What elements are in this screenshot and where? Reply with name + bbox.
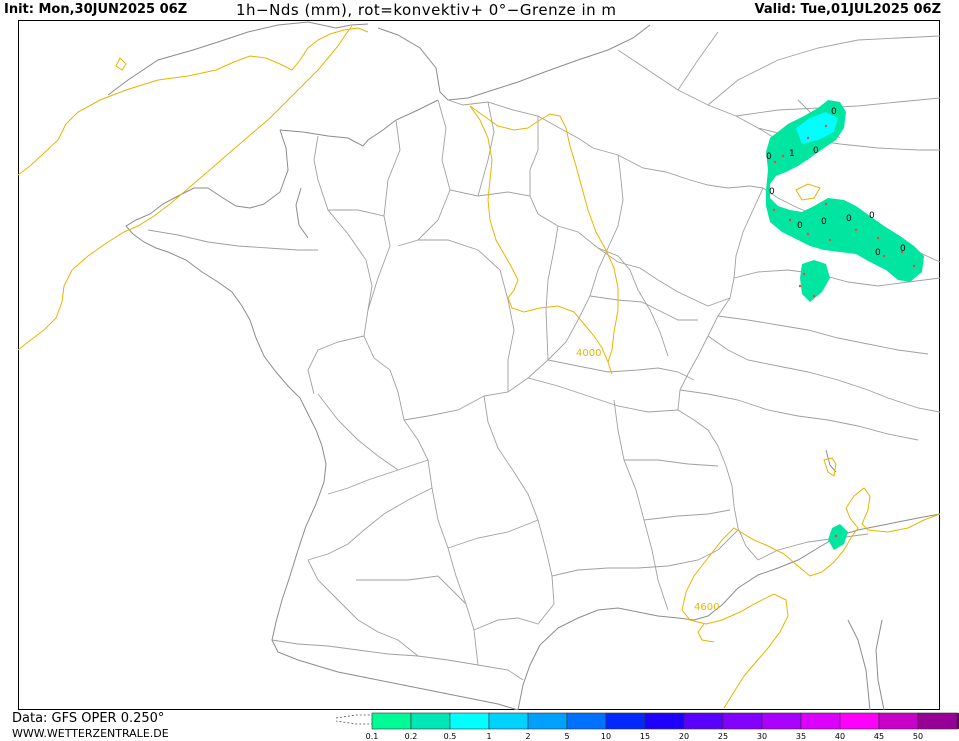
legend-color-box xyxy=(722,712,763,730)
precip-value: 0 xyxy=(821,217,827,227)
legend-start-arrow xyxy=(336,714,373,725)
weather-map: 0 1 0 0 0 0 0 0 0 0 0 4000 4600 xyxy=(18,20,940,710)
legend-label: 50 xyxy=(913,732,923,741)
data-source: Data: GFS OPER 0.250° xyxy=(12,711,165,726)
init-time: Init: Mon,30JUN2025 06Z xyxy=(4,2,188,17)
precip-value: 0 xyxy=(766,152,772,162)
precip-legend: 0.1 0.2 0.5 1 2 5 10 15 20 25 30 35 40 45 50 xyxy=(336,712,959,741)
precip-value: 0 xyxy=(797,221,803,231)
legend-label: 0.2 xyxy=(405,732,418,741)
legend-label: 30 xyxy=(757,732,767,741)
legend-label: 20 xyxy=(679,732,689,741)
legend-labels: 0.1 0.2 0.5 1 2 5 10 15 20 25 30 35 40 45 50 xyxy=(366,732,923,741)
legend-label: 45 xyxy=(874,732,884,741)
isoline-label: 4600 xyxy=(694,602,719,613)
isoline-label: 4000 xyxy=(576,348,601,359)
precip-value: 0 xyxy=(831,107,837,117)
precip-value: 0 xyxy=(875,248,881,258)
precip-value: 0 xyxy=(769,187,775,197)
legend-boxes xyxy=(371,712,959,730)
legend-color-box xyxy=(839,712,880,730)
legend-color-box xyxy=(371,712,412,730)
legend-color-box xyxy=(605,712,646,730)
legend-color-box xyxy=(527,712,568,730)
precip-value: 0 xyxy=(846,214,852,224)
source-url: WWW.WETTERZENTRALE.DE xyxy=(12,727,169,740)
precip-value: 0 xyxy=(900,244,906,254)
legend-color-box xyxy=(761,712,802,730)
legend-label: 40 xyxy=(835,732,845,741)
valid-time: Valid: Tue,01JUL2025 06Z xyxy=(754,2,941,17)
legend-color-box xyxy=(917,712,958,730)
precip-value: 1 xyxy=(789,149,795,159)
legend-label: 10 xyxy=(601,732,611,741)
legend-color-box xyxy=(449,712,490,730)
precip-value: 0 xyxy=(869,211,875,221)
legend-color-box xyxy=(488,712,529,730)
legend-color-box xyxy=(878,712,919,730)
legend-label: 5 xyxy=(564,732,569,741)
legend-color-box xyxy=(410,712,451,730)
legend-color-box xyxy=(683,712,724,730)
legend-label: 25 xyxy=(718,732,728,741)
precip-value: 0 xyxy=(813,146,819,156)
legend-color-box xyxy=(644,712,685,730)
legend-label: 35 xyxy=(796,732,806,741)
legend-label: 0.1 xyxy=(366,732,379,741)
legend-label: 2 xyxy=(525,732,530,741)
legend-label: 1 xyxy=(486,732,491,741)
legend-color-box xyxy=(566,712,607,730)
legend-color-box xyxy=(800,712,841,730)
legend-label: 15 xyxy=(640,732,650,741)
map-title: 1h−Nds (mm), rot=konvektiv+ 0°−Grenze in… xyxy=(236,1,617,19)
legend-label: 0.5 xyxy=(444,732,457,741)
